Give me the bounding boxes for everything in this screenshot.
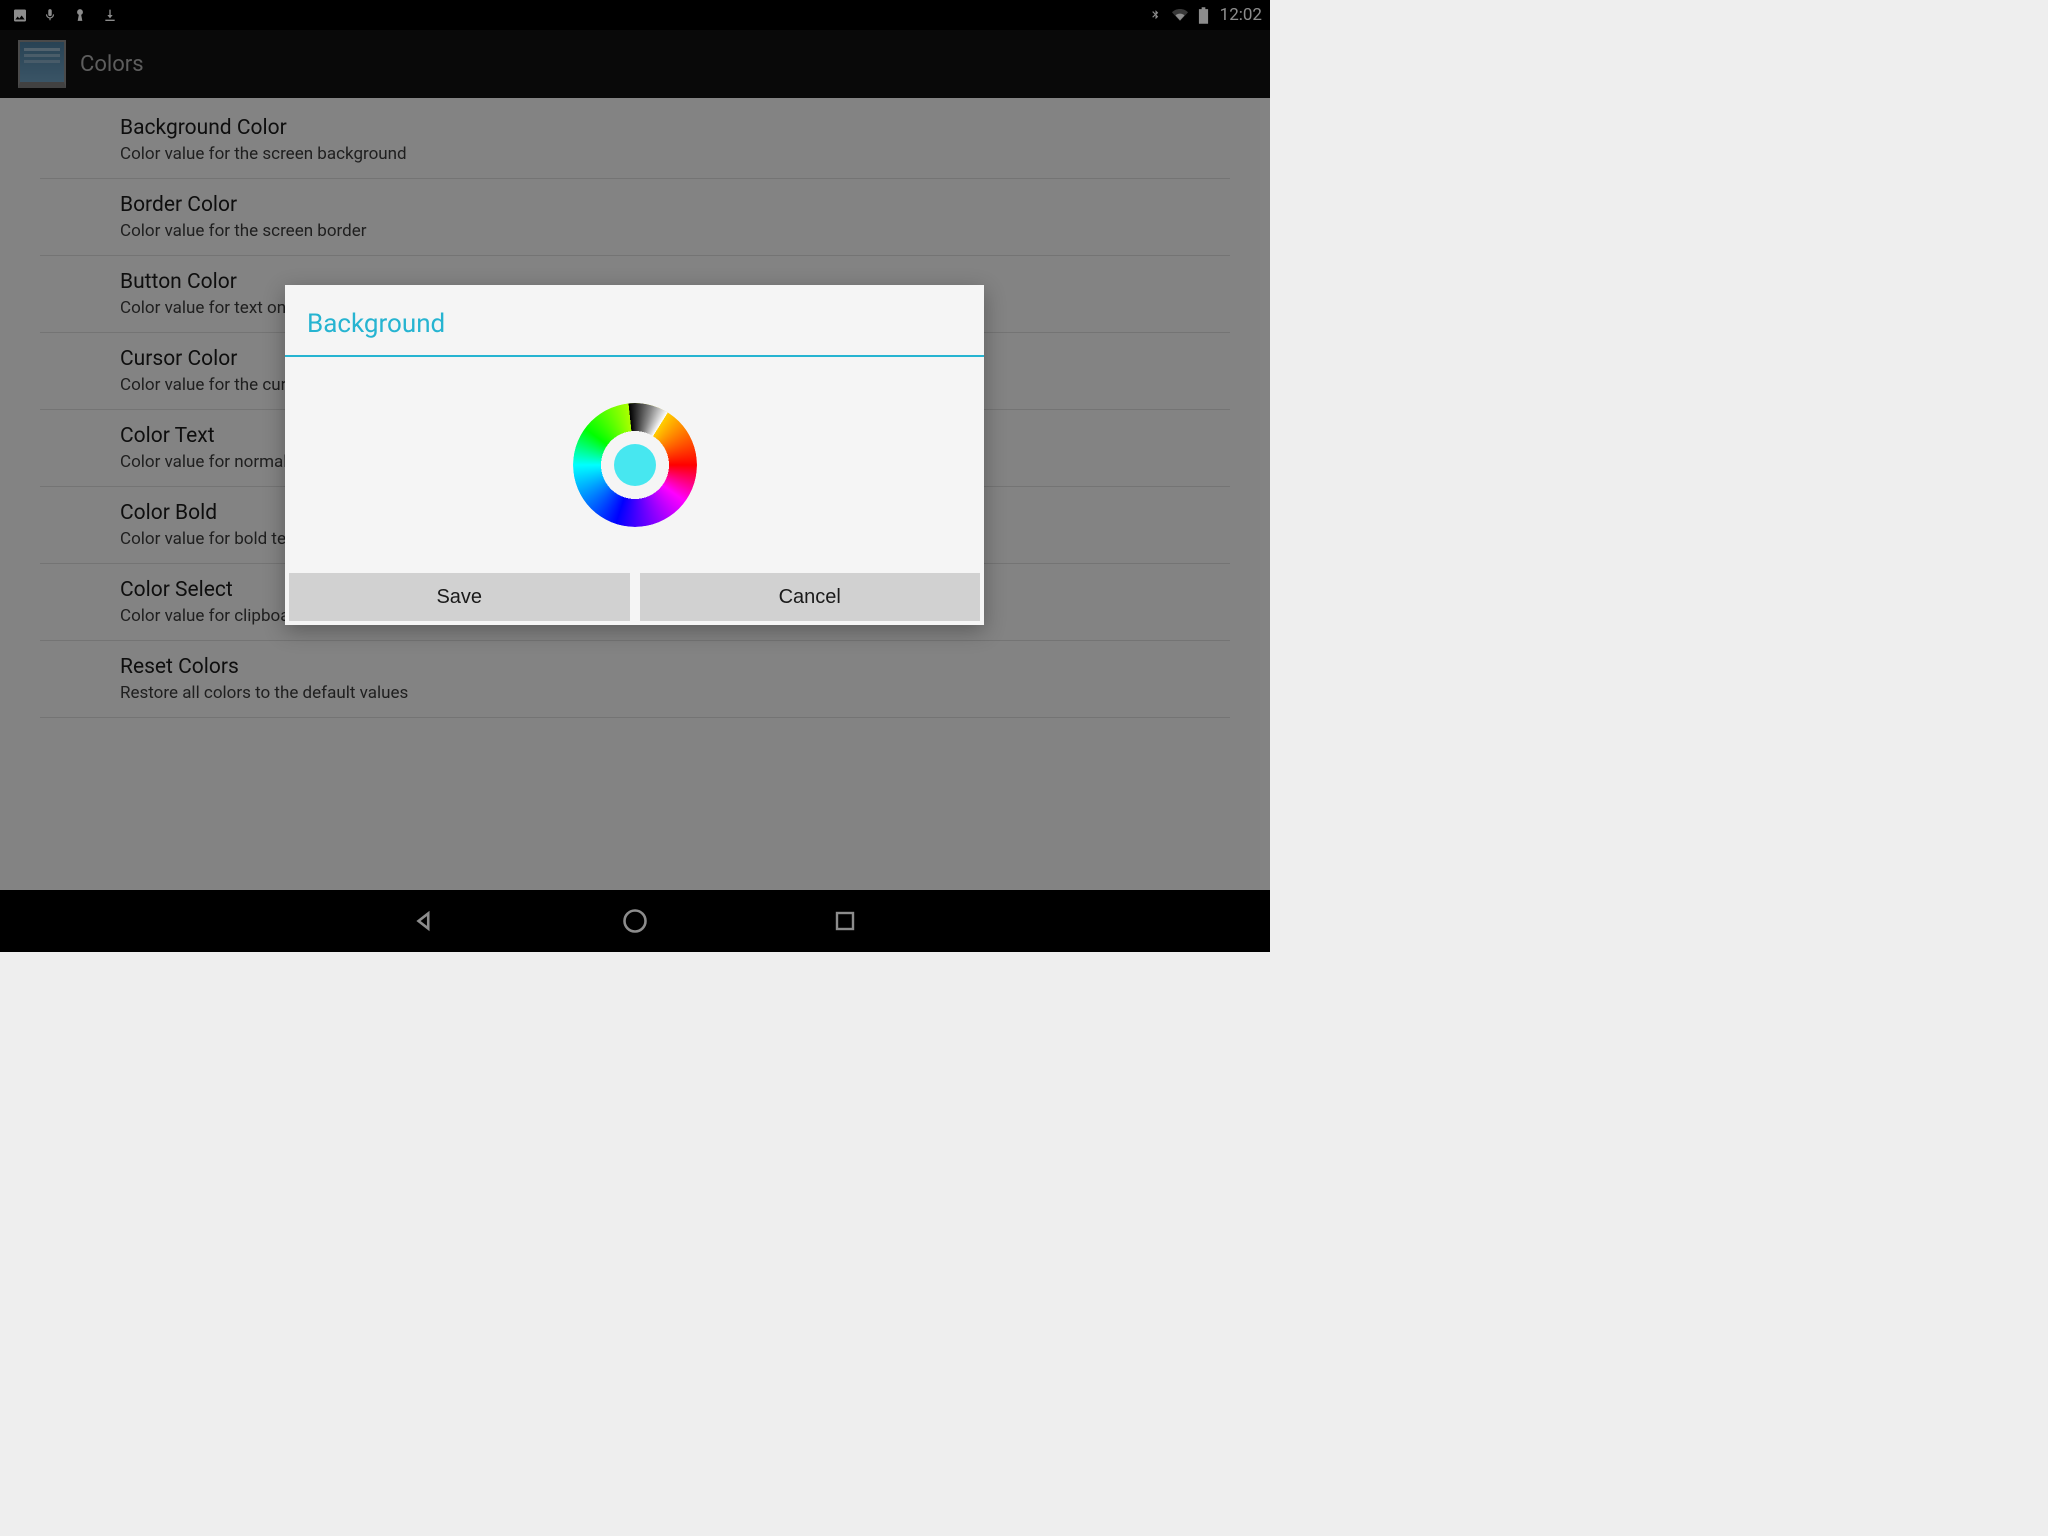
selected-color-preview[interactable] bbox=[614, 444, 656, 486]
dialog-body bbox=[285, 357, 984, 573]
color-picker-dialog: Background Save Cancel bbox=[285, 285, 984, 625]
save-button[interactable]: Save bbox=[289, 573, 630, 621]
cancel-button[interactable]: Cancel bbox=[640, 573, 981, 621]
color-wheel[interactable] bbox=[573, 403, 697, 527]
dialog-title: Background bbox=[285, 285, 984, 355]
